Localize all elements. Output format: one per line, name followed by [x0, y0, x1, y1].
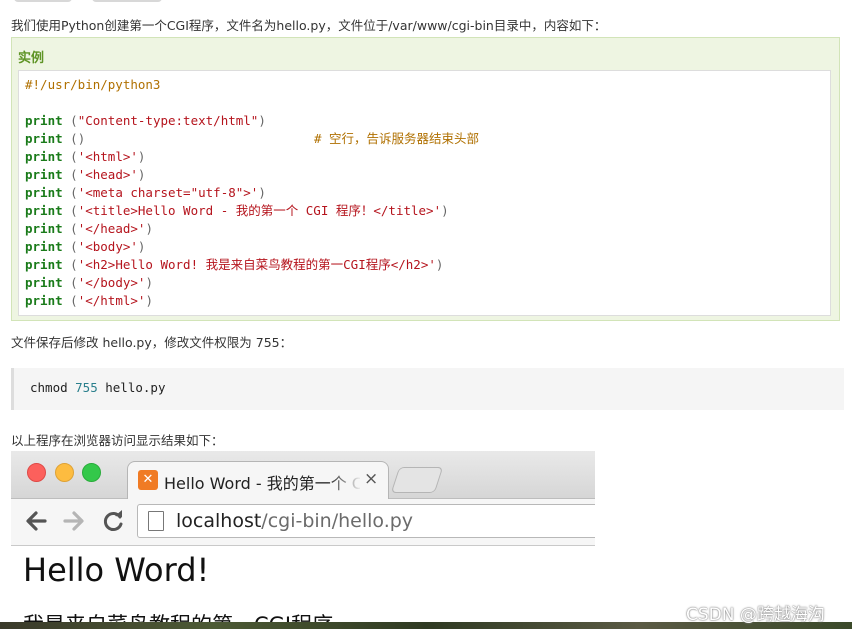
- after-save-paragraph: 文件保存后修改 hello.py，修改文件权限为 755：: [11, 335, 293, 350]
- code-keyword: print: [25, 275, 63, 290]
- intro-paragraph: 我们使用Python创建第一个CGI程序，文件名为hello.py，文件位于/v…: [11, 18, 607, 33]
- code-punct: ): [258, 113, 266, 128]
- address-bar[interactable]: localhost/cgi-bin/hello.py: [137, 504, 595, 538]
- code-punct: ): [137, 149, 146, 164]
- code-punct: (: [62, 113, 78, 128]
- code-punct: (): [62, 131, 86, 146]
- code-punct: (: [62, 275, 78, 290]
- browser-tab[interactable]: ✕ Hello Word - 我的第一个 CGI 程序！ ×: [127, 461, 389, 499]
- shell-cmd: chmod: [30, 380, 76, 395]
- code-string: '<html>': [77, 149, 138, 164]
- code-punct: ): [435, 257, 444, 272]
- close-window-button[interactable]: [27, 463, 46, 482]
- code-string: '<head>': [77, 167, 138, 182]
- zoom-window-button[interactable]: [82, 463, 101, 482]
- code-punct: (: [62, 185, 78, 200]
- code-keyword: print: [25, 149, 63, 164]
- back-arrow-icon[interactable]: [23, 507, 49, 541]
- code-keyword: print: [25, 257, 63, 272]
- page-icon: [148, 511, 164, 531]
- code-keyword: print: [25, 239, 63, 254]
- browser-tabbar: ✕ Hello Word - 我的第一个 CGI 程序！ ×: [11, 451, 595, 499]
- code-string: "Content-type:text/html": [77, 113, 259, 128]
- forward-arrow-icon[interactable]: [61, 507, 87, 541]
- code-punct: (: [62, 203, 78, 218]
- code-punct: ): [441, 203, 449, 218]
- code-line: print ('<meta charset="utf-8">'): [25, 184, 266, 202]
- code-keyword: print: [25, 131, 63, 146]
- page-heading: Hello Word!: [23, 551, 210, 589]
- code-line: print ('<body>'): [25, 238, 145, 256]
- result-intro-paragraph: 以上程序在浏览器访问显示结果如下：: [11, 433, 224, 448]
- tab-close-icon[interactable]: ×: [364, 469, 378, 489]
- shell-mode: 755: [75, 380, 98, 395]
- code-shebang: #!/usr/bin/python3: [25, 77, 161, 92]
- code-line: print ('</html>'): [25, 292, 153, 310]
- code-block: #!/usr/bin/python3 print ("Content-type:…: [18, 70, 831, 316]
- example-box: 实例 #!/usr/bin/python3 print ("Content-ty…: [11, 37, 840, 321]
- code-comment: # 空行，告诉服务器结束头部: [314, 131, 480, 146]
- code-punct: ): [145, 293, 153, 308]
- code-string: '</html>': [77, 293, 146, 308]
- code-string: '<title>Hello Word - 我的第一个 CGI 程序！</titl…: [77, 203, 442, 218]
- code-punct: (: [62, 149, 78, 164]
- code-keyword: print: [25, 185, 63, 200]
- code-punct: (: [62, 257, 78, 272]
- url-host: localhost: [176, 510, 262, 532]
- shell-arg: hello.py: [97, 380, 166, 395]
- code-punct: ): [137, 239, 146, 254]
- code-line: print ('<head>'): [25, 166, 145, 184]
- code-line: print () # 空行，告诉服务器结束头部: [25, 130, 479, 148]
- code-punct: ): [145, 275, 153, 290]
- code-keyword: print: [25, 221, 63, 236]
- shell-code-block: chmod 755 hello.py: [11, 368, 844, 410]
- tab-title-fade: [328, 466, 362, 494]
- code-punct: (: [62, 167, 78, 182]
- code-line: print ('</body>'): [25, 274, 153, 292]
- code-punct: (: [62, 239, 78, 254]
- code-line: print ('</head>'): [25, 220, 153, 238]
- minimize-window-button[interactable]: [55, 463, 74, 482]
- code-keyword: print: [25, 203, 63, 218]
- code-line: print ("Content-type:text/html"): [25, 112, 266, 130]
- top-cropped-strip: [0, 0, 852, 6]
- code-punct: ): [137, 167, 146, 182]
- code-punct: (: [62, 221, 78, 236]
- code-string: '<h2>Hello Word! 我是来自菜鸟教程的第一CGI程序</h2>': [77, 257, 436, 272]
- code-line: print ('<html>'): [25, 148, 145, 166]
- code-string: '<body>': [77, 239, 138, 254]
- code-string: '</head>': [77, 221, 146, 236]
- reload-icon[interactable]: [101, 507, 127, 541]
- code-punct: ): [258, 185, 266, 200]
- code-keyword: print: [25, 113, 63, 128]
- code-string: '</body>': [77, 275, 146, 290]
- code-punct: ): [145, 221, 153, 236]
- code-string: '<meta charset="utf-8">': [77, 185, 259, 200]
- new-tab-button[interactable]: [390, 467, 444, 493]
- code-punct: (: [62, 293, 78, 308]
- shell-command: chmod 755 hello.py: [30, 380, 165, 395]
- code-line: print ('<h2>Hello Word! 我是来自菜鸟教程的第一CGI程序…: [25, 256, 443, 274]
- url-path: /cgi-bin/hello.py: [261, 510, 414, 532]
- url-text: localhost/cgi-bin/hello.py: [176, 510, 413, 532]
- code-line: print ('<title>Hello Word - 我的第一个 CGI 程序…: [25, 202, 449, 220]
- example-title: 实例: [18, 51, 45, 66]
- browser-screenshot: ✕ Hello Word - 我的第一个 CGI 程序！ × localhost…: [11, 451, 595, 629]
- code-keyword: print: [25, 293, 63, 308]
- csdn-watermark: CSDN @跨越海沟: [686, 605, 825, 625]
- code-keyword: print: [25, 167, 63, 182]
- browser-toolbar: localhost/cgi-bin/hello.py: [11, 499, 595, 546]
- xampp-logo-icon: ✕: [138, 470, 158, 490]
